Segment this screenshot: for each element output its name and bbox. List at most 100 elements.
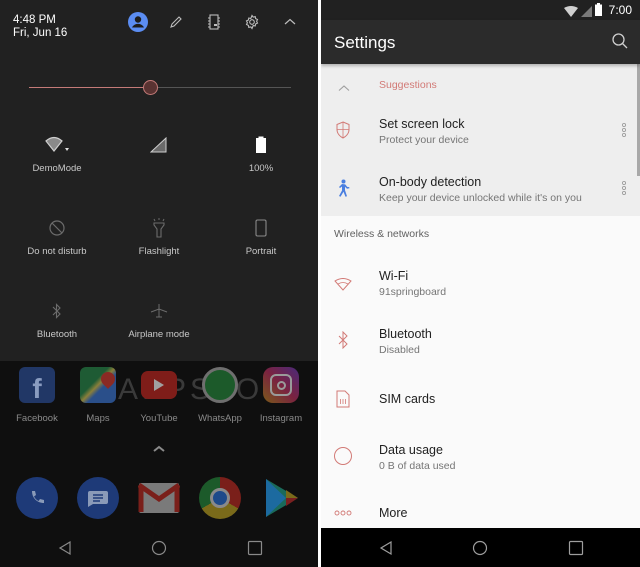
row-subtitle: 91springboard — [379, 286, 447, 298]
app-label: Instagram — [259, 413, 303, 424]
suggestion-screen-lock[interactable]: Set screen lock Protect your device — [321, 106, 640, 162]
suggestions-header[interactable]: Suggestions — [321, 64, 640, 106]
section-header: Wireless & networks — [334, 228, 430, 240]
app-whatsapp[interactable]: WhatsApp — [189, 367, 251, 424]
dock — [0, 471, 318, 521]
settings-gear-icon[interactable] — [241, 11, 263, 33]
row-subtitle: Keep your device unlocked while it's on … — [379, 192, 582, 204]
search-icon[interactable] — [611, 32, 629, 50]
flashlight-icon — [106, 216, 212, 240]
play-store-icon[interactable] — [260, 477, 302, 519]
suggestions-card: Suggestions Set screen lock Protect your… — [321, 64, 640, 216]
cellular-signal-icon — [106, 133, 212, 157]
app-youtube[interactable]: YouTube — [128, 367, 190, 424]
phone-icon[interactable] — [16, 477, 58, 519]
row-title: SIM cards — [379, 392, 436, 406]
brightness-slider[interactable] — [29, 78, 291, 98]
back-icon[interactable] — [57, 540, 73, 556]
recents-icon[interactable] — [568, 540, 584, 556]
page-title: Settings — [334, 33, 396, 52]
home-icon[interactable] — [472, 540, 488, 556]
status-clock: 7:00 — [608, 3, 632, 17]
gmail-icon[interactable] — [138, 477, 180, 519]
row-subtitle: Disabled — [379, 344, 420, 356]
messages-icon[interactable] — [77, 477, 119, 519]
suggestions-label: Suggestions — [379, 79, 437, 91]
tile-cellular[interactable] — [106, 133, 212, 203]
back-icon[interactable] — [378, 540, 394, 556]
row-title: On-body detection — [379, 175, 482, 189]
app-label: YouTube — [140, 413, 178, 424]
navigation-bar — [0, 528, 318, 567]
row-title: More — [379, 506, 408, 520]
user-avatar-icon[interactable] — [127, 11, 149, 33]
brightness-track-filled — [29, 87, 143, 88]
data-usage-icon — [333, 446, 353, 466]
navigation-bar — [321, 528, 640, 567]
qs-time: 4:48 PM — [13, 14, 56, 26]
instagram-icon — [263, 367, 299, 403]
row-subtitle: Protect your device — [379, 134, 469, 146]
row-title: Set screen lock — [379, 117, 465, 131]
app-facebook[interactable]: f Facebook — [6, 367, 68, 424]
settings-item-sim-cards[interactable]: SIM cards — [321, 374, 640, 426]
settings-item-bluetooth[interactable]: Bluetooth Disabled — [321, 316, 640, 372]
battery-icon — [208, 133, 314, 157]
status-bar: 7:00 — [321, 0, 640, 20]
chrome-icon[interactable] — [199, 477, 241, 519]
youtube-icon — [141, 367, 177, 403]
chip-icon[interactable] — [203, 11, 225, 33]
qs-date: Fri, Jun 16 — [13, 27, 68, 39]
tile-wifi[interactable]: DemoMode — [4, 133, 110, 203]
app-bar: Settings — [321, 20, 640, 64]
tile-flashlight[interactable]: Flashlight — [106, 216, 212, 286]
app-label: Facebook — [16, 413, 58, 424]
brightness-thumb[interactable] — [142, 80, 158, 95]
home-icon[interactable] — [151, 540, 167, 556]
battery-status-icon — [595, 3, 602, 21]
app-label: WhatsApp — [198, 413, 242, 424]
tile-bluetooth[interactable]: Bluetooth — [4, 299, 110, 369]
maps-icon — [80, 367, 118, 403]
app-instagram[interactable]: Instagram — [250, 367, 312, 424]
overflow-menu-icon[interactable] — [621, 180, 627, 198]
recents-icon[interactable] — [247, 540, 263, 556]
settings-screen: 7:00 Settings Suggestions Set screen loc… — [321, 0, 640, 567]
app-drawer-chevron-up-icon[interactable] — [152, 441, 166, 452]
app-maps[interactable]: Maps — [67, 367, 129, 424]
row-subtitle: 0 B of data used — [379, 460, 456, 472]
do-not-disturb-icon — [4, 216, 110, 240]
overflow-menu-icon[interactable] — [621, 122, 627, 140]
tile-label: Do not disturb — [27, 246, 87, 257]
chevron-up-icon[interactable] — [338, 79, 350, 91]
wifi-icon — [4, 133, 110, 157]
shield-icon — [333, 120, 353, 140]
tile-label: Portrait — [245, 246, 277, 257]
airplane-icon — [106, 299, 212, 323]
tile-label: Airplane mode — [128, 329, 190, 340]
walking-person-icon — [333, 178, 353, 198]
collapse-chevron-up-icon[interactable] — [279, 11, 301, 33]
edit-pencil-icon[interactable] — [165, 11, 187, 33]
tile-airplane-mode[interactable]: Airplane mode — [106, 299, 212, 369]
quick-settings-panel: 4:48 PM Fri, Jun 16 DemoMode 100% Do not… — [0, 0, 318, 361]
portrait-rotation-icon — [208, 216, 314, 240]
bluetooth-icon — [333, 330, 353, 350]
home-screen: APPSTOD f Facebook Maps YouTube — [0, 361, 318, 567]
suggestion-on-body-detection[interactable]: On-body detection Keep your device unloc… — [321, 164, 640, 216]
left-screen: 4:48 PM Fri, Jun 16 DemoMode 100% Do not… — [0, 0, 318, 567]
tile-label: Bluetooth — [36, 329, 78, 340]
tile-do-not-disturb[interactable]: Do not disturb — [4, 216, 110, 286]
tile-portrait[interactable]: Portrait — [208, 216, 314, 286]
bluetooth-icon — [4, 299, 110, 323]
tile-label: Flashlight — [138, 246, 180, 257]
more-dots-icon — [333, 503, 353, 523]
settings-item-wifi[interactable]: Wi-Fi 91springboard — [321, 258, 640, 314]
app-label: Maps — [86, 413, 110, 424]
settings-item-data-usage[interactable]: Data usage 0 B of data used — [321, 426, 640, 486]
tile-label: 100% — [248, 163, 274, 174]
facebook-icon: f — [19, 367, 55, 404]
settings-item-more[interactable]: More — [321, 496, 640, 528]
tile-battery[interactable]: 100% — [208, 133, 314, 203]
tile-label: DemoMode — [32, 163, 82, 174]
